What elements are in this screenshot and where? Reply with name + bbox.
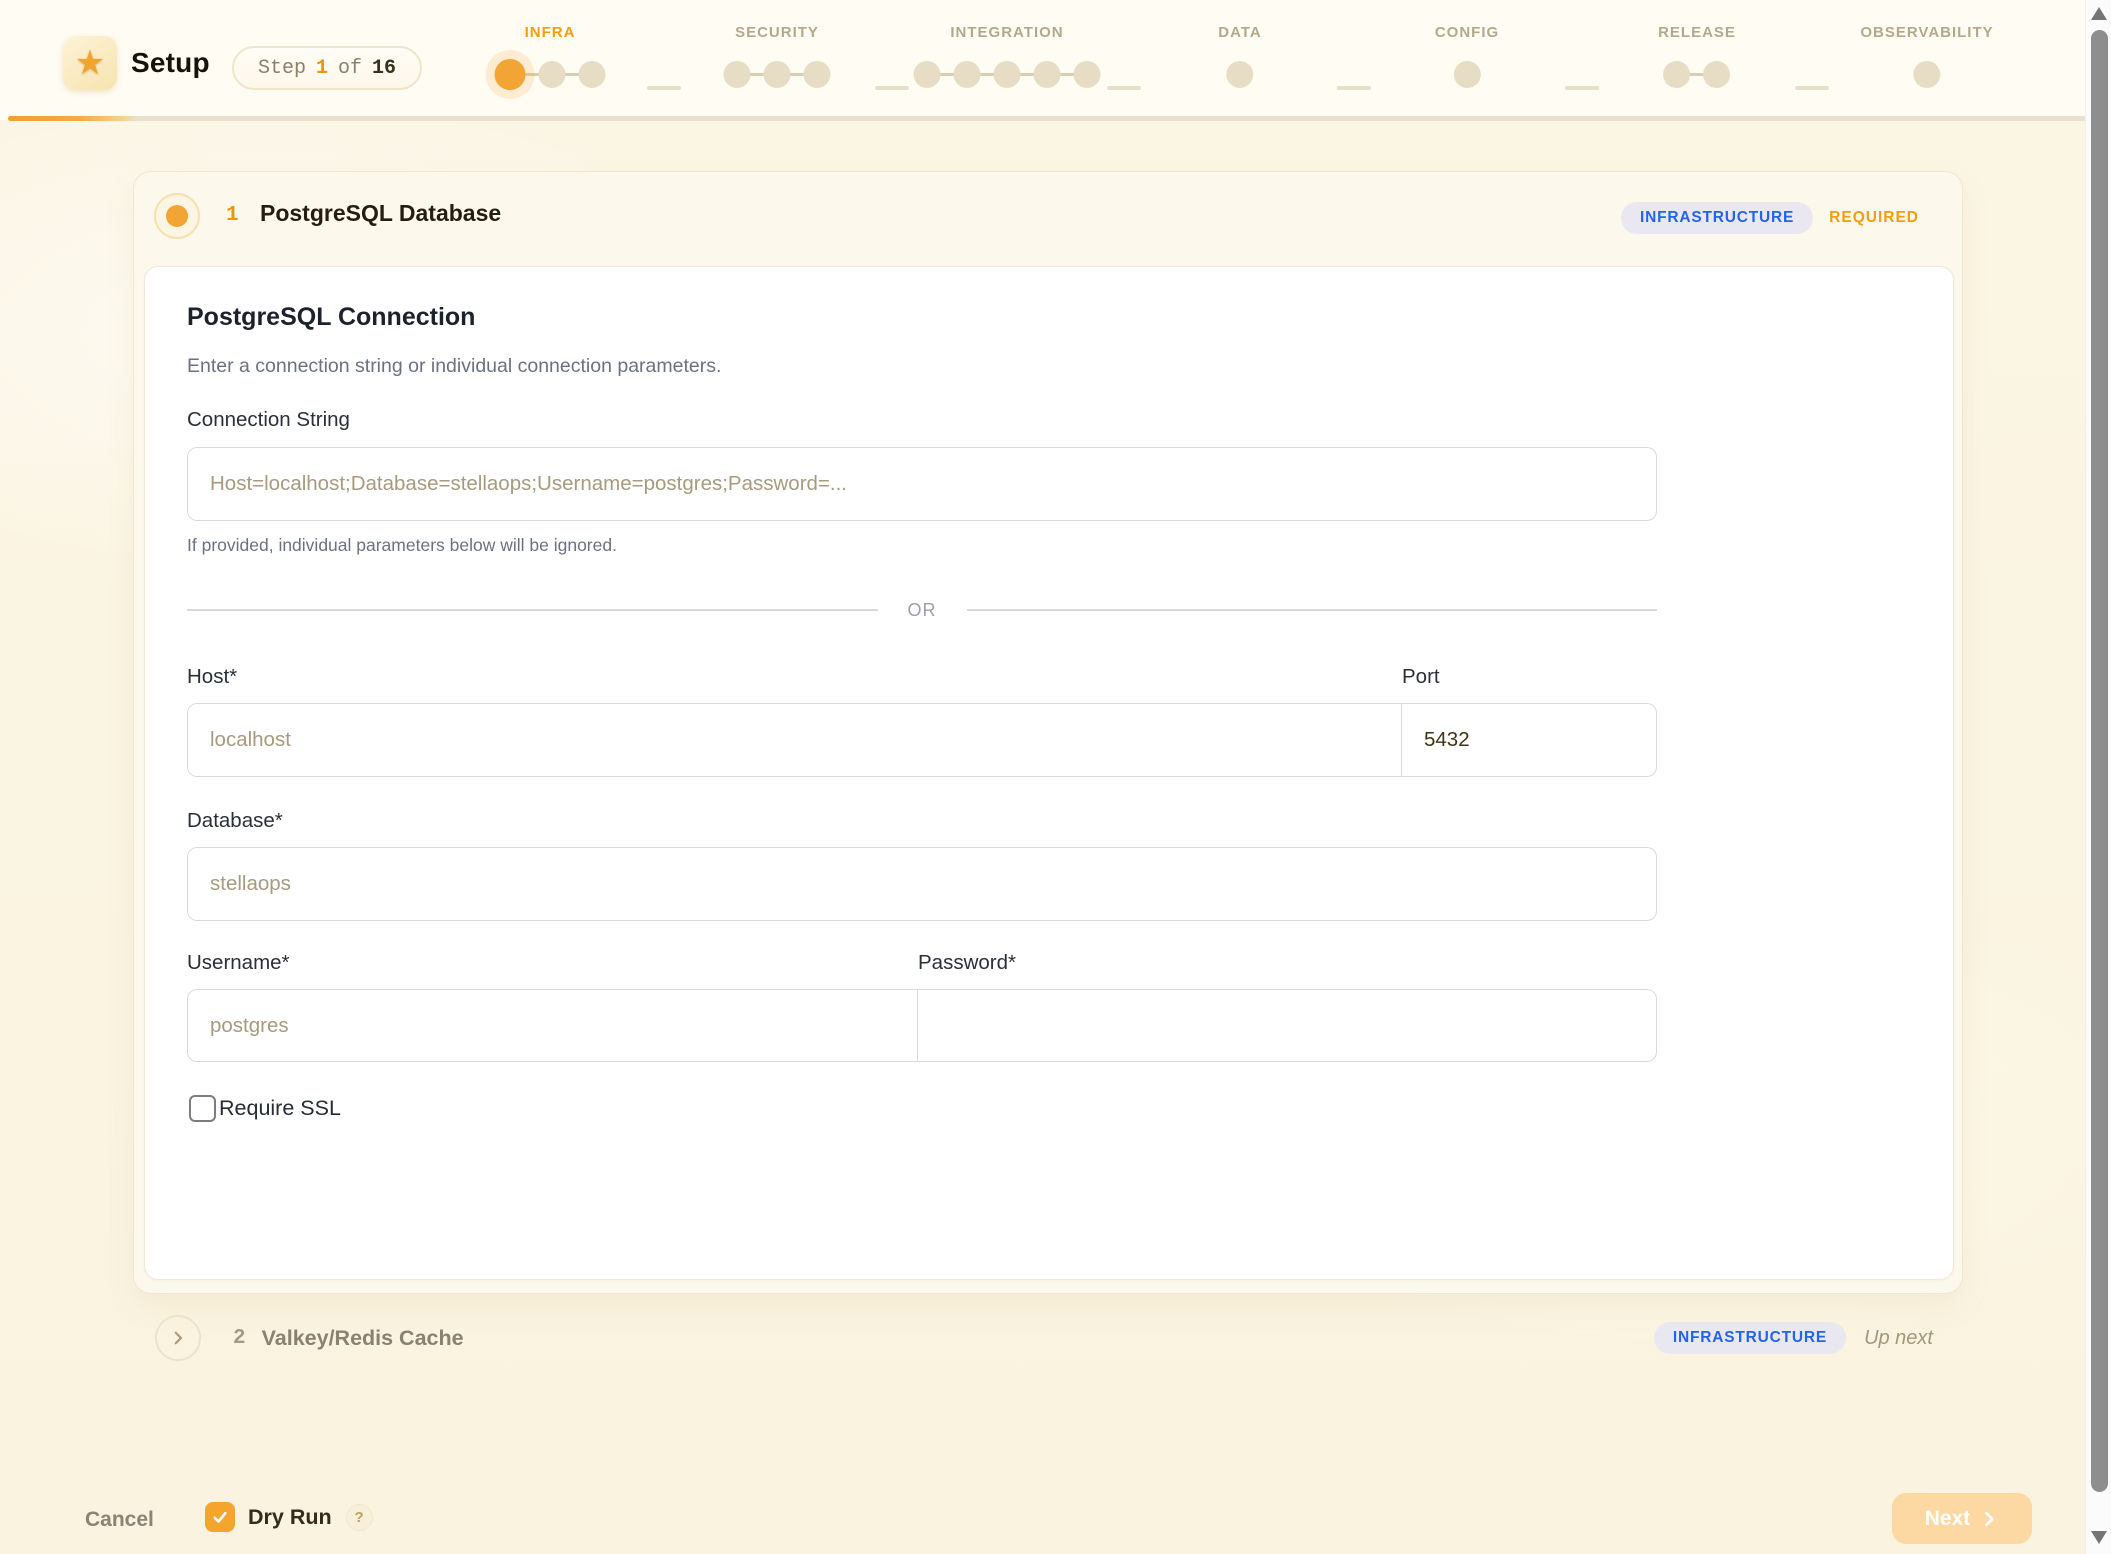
stepper-label: OBSERVABILITY (1860, 24, 1993, 42)
dry-run-checkbox[interactable] (205, 1502, 235, 1532)
host-label: Host* (187, 665, 237, 689)
stepper-group-release: RELEASE (1658, 24, 1736, 90)
active-step-dot-icon (166, 205, 188, 227)
scroll-up-arrow-icon[interactable] (2091, 7, 2107, 20)
scrollbar-thumb[interactable] (2091, 30, 2108, 1492)
step-dot[interactable] (724, 61, 751, 88)
postgres-connection-form: PostgreSQL Connection Enter a connection… (144, 266, 1954, 1280)
header: ★ Setup Step 1 of 16 INFRASECURITYINTEGR… (0, 0, 2085, 120)
next-item-title: Valkey/Redis Cache (262, 1326, 464, 1351)
step-dot[interactable] (764, 61, 791, 88)
port-input[interactable] (1402, 703, 1657, 777)
stepper-group-security: SECURITY (724, 24, 831, 90)
require-ssl-label: Require SSL (219, 1096, 341, 1121)
host-input[interactable] (187, 703, 1402, 777)
require-ssl-checkbox[interactable] (189, 1095, 216, 1122)
stepper-group-infra: INFRA (495, 24, 606, 90)
stepper-dots (495, 58, 606, 90)
up-next-status: Up next (1864, 1327, 1933, 1350)
chevron-right-icon (1979, 1509, 1999, 1529)
password-input[interactable] (918, 989, 1657, 1062)
setup-wizard-page: ★ Setup Step 1 of 16 INFRASECURITYINTEGR… (0, 0, 2111, 1554)
stepper-dots (1227, 58, 1254, 90)
progress-bar-track (8, 116, 2086, 121)
postgres-database-card: 1 PostgreSQL Database INFRASTRUCTURE REQ… (133, 171, 1963, 1294)
dry-run-control: Dry Run ? (205, 1502, 373, 1532)
stepper-dots (1913, 58, 1940, 90)
stepper-group-integration: INTEGRATION (914, 24, 1101, 90)
require-ssl-row: Require SSL (189, 1095, 341, 1122)
stepper-label: INFRA (525, 24, 576, 42)
stepper-dots (724, 58, 831, 90)
stepper-connector (1337, 86, 1371, 90)
step-dot[interactable] (1913, 61, 1940, 88)
step-dot[interactable] (1034, 61, 1061, 88)
divider-line (187, 609, 878, 611)
scroll-down-arrow-icon[interactable] (2091, 1531, 2107, 1544)
port-label: Port (1402, 665, 1440, 689)
stepper-dots (914, 58, 1101, 90)
step-dot[interactable] (1227, 61, 1254, 88)
next-button-label: Next (1925, 1507, 1971, 1531)
card-index: 1 (226, 204, 239, 227)
stepper-dots (1454, 58, 1481, 90)
progress-fill (8, 116, 138, 121)
step-dot[interactable] (539, 61, 566, 88)
username-input[interactable] (187, 989, 918, 1062)
step-dot[interactable] (579, 61, 606, 88)
username-label: Username* (187, 951, 290, 975)
stepper-connector (1565, 86, 1599, 90)
stepper-dots (1663, 58, 1730, 90)
stepper-connector (1795, 86, 1829, 90)
step-dot[interactable] (804, 61, 831, 88)
card-badges: INFRASTRUCTURE REQUIRED (1621, 202, 1919, 234)
next-button[interactable]: Next (1892, 1493, 2032, 1544)
stepper-label: INTEGRATION (950, 24, 1063, 42)
connection-string-input[interactable] (187, 447, 1657, 521)
stepper-connector (647, 86, 681, 90)
help-icon[interactable]: ? (346, 1504, 373, 1531)
or-divider: OR (187, 595, 1657, 625)
database-label: Database* (187, 809, 283, 833)
stepper-connector (1107, 86, 1141, 90)
stepper-group-data: DATA (1218, 24, 1261, 90)
stepper-group-observability: OBSERVABILITY (1860, 24, 1993, 90)
main-content: 1 PostgreSQL Database INFRASTRUCTURE REQ… (0, 120, 2085, 1554)
valkey-redis-row[interactable]: 2 Valkey/Redis Cache INFRASTRUCTURE Up n… (133, 1300, 1963, 1376)
divider-text: OR (878, 600, 967, 621)
step-dot[interactable] (1703, 61, 1730, 88)
step-dot[interactable] (954, 61, 981, 88)
step-dot[interactable] (495, 59, 526, 90)
vertical-scrollbar[interactable] (2085, 0, 2111, 1554)
required-badge: REQUIRED (1829, 209, 1919, 227)
card-title: PostgreSQL Database (260, 200, 501, 227)
step-dot[interactable] (914, 61, 941, 88)
password-label: Password* (918, 951, 1016, 975)
stepper-label: CONFIG (1435, 24, 1499, 42)
stepper-label: SECURITY (735, 24, 819, 42)
active-step-indicator (154, 193, 200, 239)
next-item-index: 2 (233, 1327, 246, 1350)
category-badge: INFRASTRUCTURE (1621, 202, 1813, 234)
step-dot[interactable] (1454, 61, 1481, 88)
form-description: Enter a connection string or individual … (187, 355, 721, 378)
stepper: INFRA SECURITY INTEGRATION DATA CONFIG RELEAS… (0, 0, 2085, 120)
stepper-label: DATA (1218, 24, 1261, 42)
cancel-button[interactable]: Cancel (85, 1508, 154, 1532)
stepper-group-config: CONFIG (1435, 24, 1499, 90)
stepper-connector (875, 86, 909, 90)
step-dot[interactable] (1663, 61, 1690, 88)
connection-string-help: If provided, individual parameters below… (187, 535, 617, 556)
expand-chevron-icon[interactable] (155, 1315, 201, 1361)
next-item-category-badge: INFRASTRUCTURE (1654, 1322, 1846, 1354)
dry-run-label: Dry Run (248, 1505, 332, 1530)
step-dot[interactable] (994, 61, 1021, 88)
form-title: PostgreSQL Connection (187, 303, 475, 332)
stepper-label: RELEASE (1658, 24, 1736, 42)
database-input[interactable] (187, 847, 1657, 921)
connection-string-label: Connection String (187, 408, 350, 432)
step-dot[interactable] (1074, 61, 1101, 88)
divider-line (967, 609, 1658, 611)
